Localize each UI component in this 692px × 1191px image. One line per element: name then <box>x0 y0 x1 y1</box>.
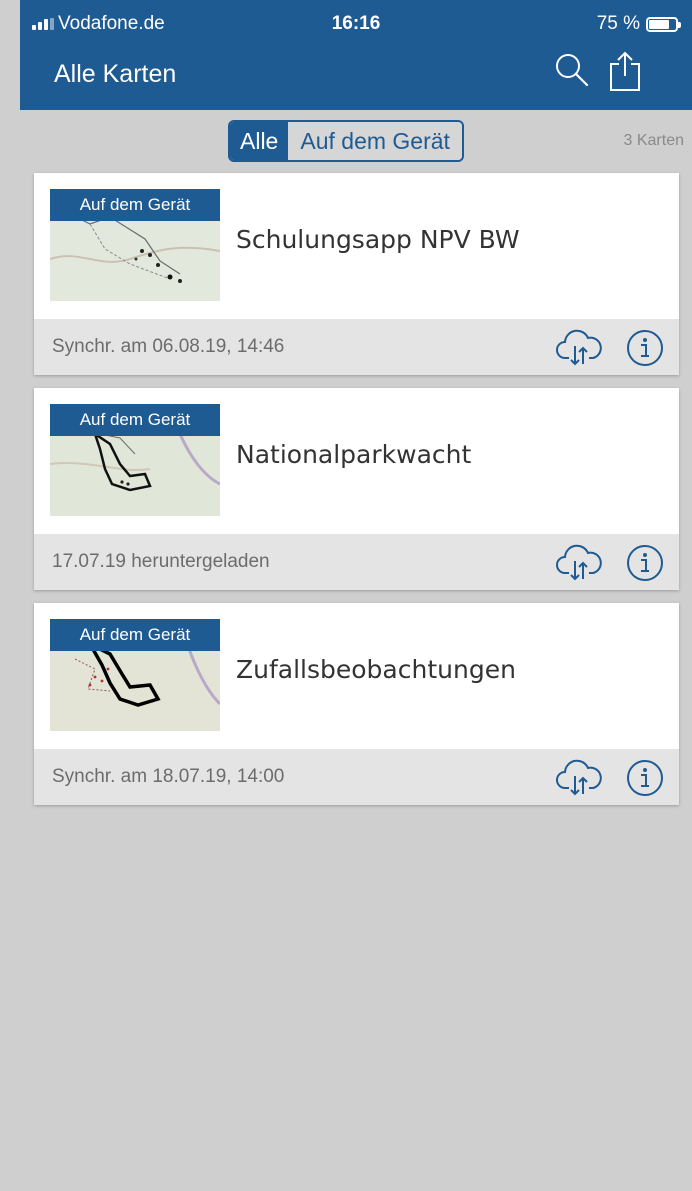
card-footer: Synchr. am 18.07.19, 14:00 <box>34 749 679 805</box>
map-title: Nationalparkwacht <box>236 440 472 469</box>
app-header: Vodafone.de 16:16 75 % Alle Karten <box>20 0 692 110</box>
cloud-sync-icon[interactable] <box>555 758 603 803</box>
map-title: Zufallsbeobachtungen <box>236 655 516 684</box>
map-card[interactable]: Auf dem Gerät Zufallsbeobachtungen Synch… <box>34 603 679 805</box>
battery-status: 75 % <box>596 13 681 35</box>
info-icon[interactable] <box>626 544 664 587</box>
card-footer: 17.07.19 heruntergeladen <box>34 534 679 590</box>
map-card[interactable]: Auf dem Gerät Nationalparkwacht 17.07.19… <box>34 388 679 590</box>
segment-all[interactable]: Alle <box>230 122 289 160</box>
map-thumbnail: Auf dem Gerät <box>50 189 220 301</box>
status-bar: Vodafone.de 16:16 75 % <box>20 0 692 44</box>
info-icon[interactable] <box>626 329 664 372</box>
on-device-badge: Auf dem Gerät <box>50 404 220 436</box>
status-time: 16:16 <box>331 13 381 34</box>
on-device-badge: Auf dem Gerät <box>50 189 220 221</box>
download-status: 17.07.19 heruntergeladen <box>52 551 270 572</box>
sync-status: Synchr. am 18.07.19, 14:00 <box>52 766 285 787</box>
battery-percent: 75 % <box>596 13 640 34</box>
map-thumbnail: Auf dem Gerät <box>50 404 220 516</box>
map-title: Schulungsapp NPV BW <box>236 225 520 254</box>
card-footer: Synchr. am 06.08.19, 14:46 <box>34 319 679 375</box>
cloud-sync-icon[interactable] <box>555 328 603 373</box>
search-icon[interactable] <box>554 52 590 93</box>
battery-icon <box>646 16 681 32</box>
segment-on-device[interactable]: Auf dem Gerät <box>288 122 462 160</box>
map-thumbnail: Auf dem Gerät <box>50 619 220 731</box>
map-count: 3 Karten <box>623 132 684 149</box>
info-icon[interactable] <box>626 759 664 802</box>
filter-segmented-control: Alle Auf dem Gerät <box>228 120 464 162</box>
on-device-badge: Auf dem Gerät <box>50 619 220 651</box>
map-card[interactable]: Auf dem Gerät Schulungsapp NPV BW Synchr… <box>34 173 679 375</box>
sync-status: Synchr. am 06.08.19, 14:46 <box>52 336 285 357</box>
cloud-sync-icon[interactable] <box>555 543 603 588</box>
page-title: Alle Karten <box>54 60 177 88</box>
share-icon[interactable] <box>608 50 642 97</box>
